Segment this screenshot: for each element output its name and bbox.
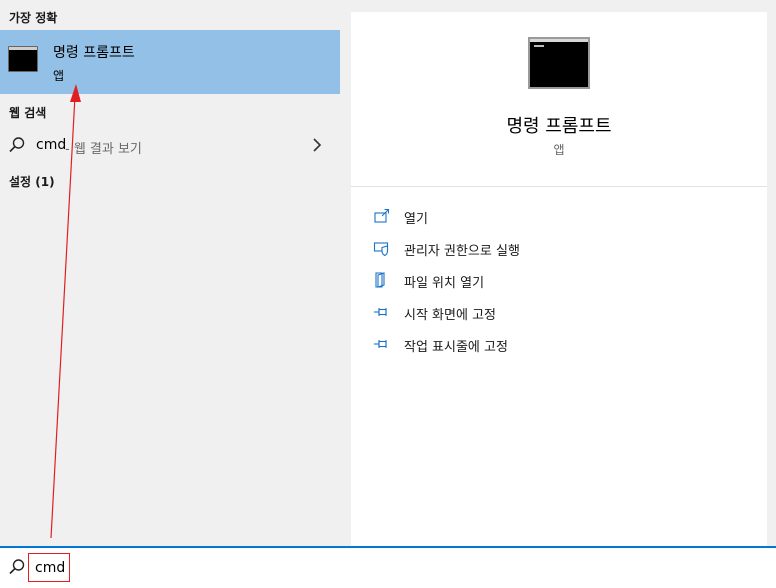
chevron-right-icon[interactable] [310,136,324,158]
web-search-query: cmd [36,137,67,153]
start-search-window: 가장 정확 명령 프롬프트 앱 웹 검색 cmd - 웹 결과 보기 설정 (1 [0,0,776,588]
results-pane: 가장 정확 명령 프롬프트 앱 웹 검색 cmd - 웹 결과 보기 설정 (1 [0,0,340,546]
pin-icon [373,303,391,321]
cmd-app-large-icon [528,37,590,89]
action-label: 열기 [404,212,428,227]
action-pin-to-start[interactable]: 시작 화면에 고정 [373,301,753,325]
action-label: 파일 위치 열기 [404,276,485,291]
pin-icon [373,335,391,353]
web-search-suffix: - 웹 결과 보기 [65,142,142,157]
divider [351,186,767,187]
open-icon [373,207,391,225]
details-app-name: 명령 프롬프트 [506,116,612,137]
details-pane: 명령 프롬프트 앱 열기 관리자 권한으로 실행 파일 위치 열기 시작 화면에… [351,12,767,546]
action-pin-to-taskbar[interactable]: 작업 표시줄에 고정 [373,333,753,357]
file-location-icon [373,271,391,289]
web-search-heading: 웹 검색 [9,106,47,120]
search-icon [8,136,26,158]
action-run-as-admin[interactable]: 관리자 권한으로 실행 [373,237,753,261]
best-match-type: 앱 [53,69,65,83]
action-label: 관리자 권한으로 실행 [404,244,520,259]
search-icon [8,558,26,580]
search-bar [0,546,776,588]
best-match-item[interactable]: 명령 프롬프트 앱 [0,30,340,94]
best-match-name: 명령 프롬프트 [53,45,135,61]
action-label: 시작 화면에 고정 [404,308,496,323]
details-app-type: 앱 [553,143,565,157]
cmd-app-icon [8,46,38,72]
action-open[interactable]: 열기 [373,205,753,229]
web-search-result[interactable]: cmd - 웹 결과 보기 [0,130,340,160]
settings-heading[interactable]: 설정 (1) [9,173,55,190]
search-input[interactable] [28,553,70,582]
best-match-heading: 가장 정확 [9,11,58,25]
action-open-file-location[interactable]: 파일 위치 열기 [373,269,753,293]
action-label: 작업 표시줄에 고정 [404,340,508,355]
admin-shield-icon [373,239,391,257]
